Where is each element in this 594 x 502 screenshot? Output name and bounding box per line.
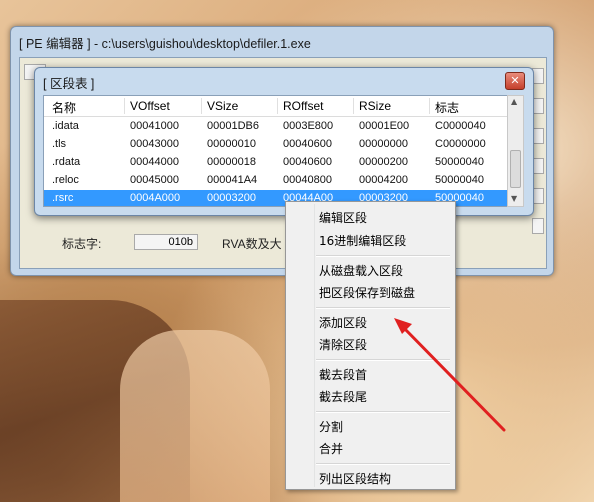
annotation-arrow-icon: [394, 318, 506, 432]
